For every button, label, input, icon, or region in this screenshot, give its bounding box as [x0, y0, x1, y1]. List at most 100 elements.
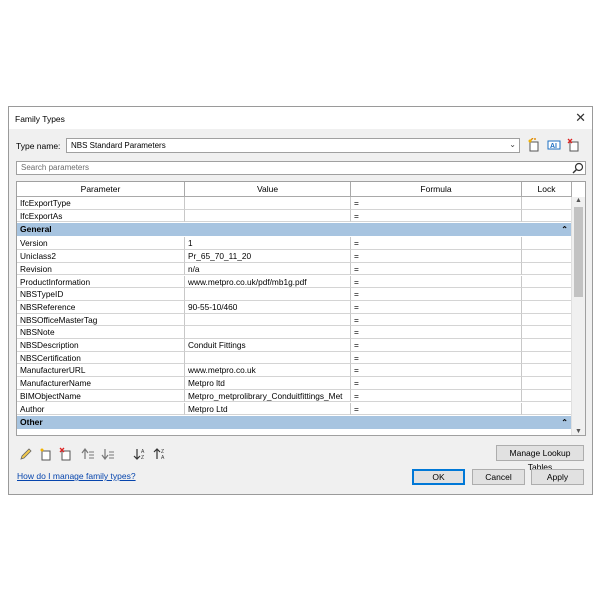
- parameter-cell: Version: [17, 237, 185, 251]
- lock-cell[interactable]: [522, 209, 572, 223]
- lock-cell[interactable]: [522, 250, 572, 263]
- delete-parameter-icon[interactable]: [59, 447, 73, 461]
- table-row[interactable]: IfcExportType =: [17, 197, 572, 210]
- window-title: Family Types: [15, 114, 65, 124]
- value-cell[interactable]: Pr_65_70_11_20: [185, 250, 351, 263]
- sort-descending-icon[interactable]: Z A: [153, 447, 167, 461]
- cancel-button[interactable]: Cancel: [472, 469, 525, 485]
- table-row[interactable]: BIMObjectName Metpro_metprolibrary_Condui…: [17, 389, 572, 403]
- delete-type-icon[interactable]: [567, 138, 581, 152]
- column-header-parameter[interactable]: Parameter: [17, 182, 185, 197]
- formula-cell[interactable]: =: [351, 313, 522, 327]
- lock-cell[interactable]: [522, 300, 572, 314]
- lock-cell[interactable]: [522, 237, 572, 251]
- value-cell[interactable]: 1: [185, 237, 351, 251]
- collapse-icon[interactable]: ⌃: [561, 416, 568, 429]
- table-row[interactable]: IfcExportAs =: [17, 209, 572, 223]
- formula-cell[interactable]: =: [351, 364, 522, 378]
- formula-cell[interactable]: =: [351, 377, 522, 390]
- formula-cell[interactable]: =: [351, 402, 522, 416]
- parameter-cell: NBSNote: [17, 326, 185, 339]
- group-header-other[interactable]: Other ⌃: [17, 416, 572, 430]
- formula-cell[interactable]: =: [351, 288, 522, 301]
- manage-lookup-tables-button[interactable]: Manage Lookup Tables: [496, 445, 584, 472]
- table-row[interactable]: NBSCertification =: [17, 351, 572, 365]
- lock-cell[interactable]: [522, 339, 572, 352]
- new-type-icon[interactable]: [527, 138, 541, 152]
- formula-cell[interactable]: =: [351, 237, 522, 251]
- table-row[interactable]: Revision n/a =: [17, 262, 572, 276]
- group-header-general[interactable]: General ⌃: [17, 223, 572, 237]
- column-header-formula[interactable]: Formula: [351, 182, 522, 197]
- formula-cell[interactable]: =: [351, 339, 522, 352]
- vertical-scrollbar[interactable]: ▲ ▼: [571, 197, 585, 435]
- lock-cell[interactable]: [522, 288, 572, 301]
- move-up-icon[interactable]: [81, 447, 95, 461]
- table-row[interactable]: Author Metpro Ltd =: [17, 402, 572, 416]
- new-parameter-icon[interactable]: [39, 447, 53, 461]
- table-row[interactable]: Uniclass2 Pr_65_70_11_20 =: [17, 250, 572, 263]
- search-icon[interactable]: [572, 162, 584, 174]
- formula-cell[interactable]: =: [351, 275, 522, 289]
- formula-cell[interactable]: =: [351, 262, 522, 276]
- type-name-dropdown[interactable]: NBS Standard Parameters ⌄: [66, 138, 520, 153]
- help-link[interactable]: How do I manage family types?: [17, 471, 136, 481]
- column-header-value[interactable]: Value: [185, 182, 351, 197]
- value-cell[interactable]: www.metpro.co.uk: [185, 364, 351, 378]
- table-row[interactable]: NBSDescription Conduit Fittings =: [17, 339, 572, 352]
- lock-cell[interactable]: [522, 326, 572, 339]
- table-row[interactable]: NBSTypeID =: [17, 288, 572, 301]
- formula-cell[interactable]: =: [351, 250, 522, 263]
- table-row[interactable]: NBSReference 90-55-10/460 =: [17, 300, 572, 314]
- lock-cell[interactable]: [522, 389, 572, 403]
- table-row[interactable]: NBSNote =: [17, 326, 572, 339]
- formula-cell[interactable]: =: [351, 326, 522, 339]
- move-down-icon[interactable]: [101, 447, 115, 461]
- column-header-lock[interactable]: Lock: [522, 182, 572, 197]
- value-cell[interactable]: 90-55-10/460: [185, 300, 351, 314]
- family-types-dialog: Family Types ✕ Type name: NBS Standard P…: [8, 106, 593, 495]
- value-cell[interactable]: [185, 351, 351, 365]
- edit-parameter-icon[interactable]: [19, 447, 33, 461]
- value-cell[interactable]: [185, 197, 351, 210]
- table-row[interactable]: Version 1 =: [17, 237, 572, 251]
- lock-cell[interactable]: [522, 377, 572, 390]
- ok-button[interactable]: OK: [412, 469, 465, 485]
- value-cell[interactable]: Metpro_metprolibrary_Conduitfittings_Met: [185, 389, 351, 403]
- value-cell[interactable]: [185, 288, 351, 301]
- value-cell[interactable]: Metpro Ltd: [185, 402, 351, 416]
- collapse-icon[interactable]: ⌃: [561, 223, 568, 236]
- value-cell[interactable]: www.metpro.co.uk/pdf/mb1g.pdf: [185, 275, 351, 289]
- value-cell[interactable]: [185, 313, 351, 327]
- formula-cell[interactable]: =: [351, 389, 522, 403]
- parameter-cell: ManufacturerName: [17, 377, 185, 390]
- lock-cell[interactable]: [522, 262, 572, 276]
- table-row[interactable]: ManufacturerName Metpro ltd =: [17, 377, 572, 390]
- lock-cell[interactable]: [522, 351, 572, 365]
- formula-cell[interactable]: =: [351, 209, 522, 223]
- rename-type-icon[interactable]: AI: [547, 138, 561, 152]
- table-row[interactable]: NBSOfficeMasterTag =: [17, 313, 572, 327]
- lock-cell[interactable]: [522, 197, 572, 210]
- value-cell[interactable]: [185, 209, 351, 223]
- lock-cell[interactable]: [522, 364, 572, 378]
- value-cell[interactable]: Conduit Fittings: [185, 339, 351, 352]
- formula-cell[interactable]: =: [351, 300, 522, 314]
- table-row[interactable]: ProductInformation www.metpro.co.uk/pdf/m…: [17, 275, 572, 289]
- search-input[interactable]: Search parameters: [16, 161, 586, 175]
- scroll-thumb[interactable]: [574, 207, 583, 297]
- close-icon[interactable]: ✕: [575, 110, 586, 126]
- table-row[interactable]: ManufacturerURL www.metpro.co.uk =: [17, 364, 572, 378]
- lock-cell[interactable]: [522, 402, 572, 416]
- formula-cell[interactable]: =: [351, 197, 522, 210]
- lock-cell[interactable]: [522, 313, 572, 327]
- apply-button[interactable]: Apply: [531, 469, 584, 485]
- value-cell[interactable]: [185, 326, 351, 339]
- formula-cell[interactable]: =: [351, 351, 522, 365]
- sort-ascending-icon[interactable]: A Z: [133, 447, 147, 461]
- scroll-down-icon[interactable]: ▼: [575, 428, 582, 435]
- lock-cell[interactable]: [522, 275, 572, 289]
- value-cell[interactable]: n/a: [185, 262, 351, 276]
- value-cell[interactable]: Metpro ltd: [185, 377, 351, 390]
- scroll-up-icon[interactable]: ▲: [575, 197, 582, 204]
